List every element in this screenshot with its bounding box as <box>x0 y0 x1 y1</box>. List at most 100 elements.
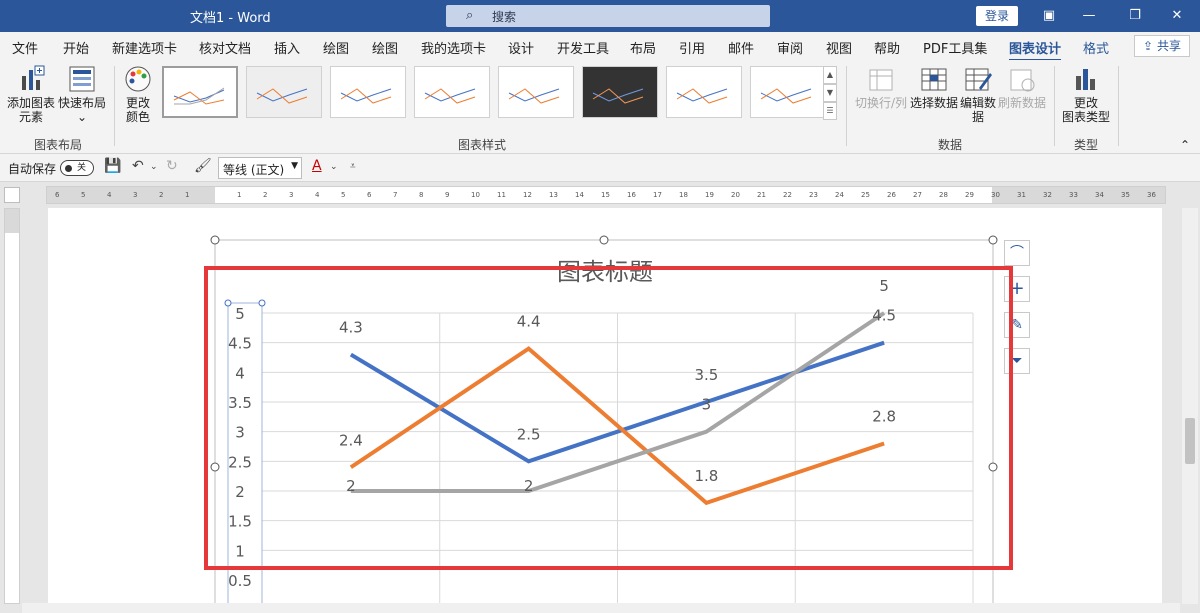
change-chart-type-icon <box>1076 69 1095 90</box>
format-painter-icon[interactable]: 🖌 <box>194 158 212 174</box>
share-button[interactable]: ⇪ 共享 <box>1134 35 1190 57</box>
tab-view[interactable]: 视图 <box>826 38 852 57</box>
data-label[interactable]: 2 <box>524 477 534 495</box>
chart-filter-icon[interactable]: ⏷ <box>1004 348 1030 374</box>
redo-icon[interactable]: ↻ <box>166 158 178 174</box>
tab-pdf-tools[interactable]: PDF工具集 <box>923 38 987 57</box>
tab-format[interactable]: 格式 <box>1083 38 1109 57</box>
share-icon: ⇪ <box>1143 39 1154 53</box>
data-label[interactable]: 2 <box>346 477 356 495</box>
autosave-toggle[interactable]: 关 <box>60 160 94 176</box>
chart-style-3[interactable] <box>330 66 406 118</box>
restore-icon[interactable]: ❐ <box>1124 5 1146 27</box>
ruler-tick: 4 <box>315 191 320 199</box>
add-chart-element-button[interactable]: 添加图表 元素 <box>6 64 56 124</box>
refresh-data-button[interactable]: 刷新数据 <box>998 64 1046 110</box>
data-label[interactable]: 2.4 <box>339 431 363 449</box>
data-label[interactable]: 2.8 <box>872 408 896 426</box>
layout-options-icon[interactable]: ⌒ <box>1004 240 1030 266</box>
font-color-icon[interactable]: A <box>312 158 322 174</box>
resize-handle[interactable] <box>988 235 998 245</box>
select-data-button[interactable]: 选择数据 <box>910 64 958 110</box>
tab-help[interactable]: 帮助 <box>874 38 900 57</box>
ruler-tick: 5 <box>341 191 346 199</box>
tab-my-tab[interactable]: 我的选项卡 <box>421 38 486 57</box>
data-label[interactable]: 3.5 <box>694 366 718 384</box>
tab-mailings[interactable]: 邮件 <box>728 38 754 57</box>
chart-area[interactable] <box>214 239 994 613</box>
tab-draw-2[interactable]: 绘图 <box>372 38 398 57</box>
chart-elements-plus-icon[interactable]: + <box>1004 276 1030 302</box>
ribbon: 添加图表 元素 快速布局 ⌄ 图表布局 更改 颜色 ▲ ▼ ☰ 图表样式 切换行… <box>0 60 1200 154</box>
vertical-scrollbar[interactable] <box>1182 208 1198 604</box>
tab-review[interactable]: 审阅 <box>777 38 803 57</box>
ruler-tick: 27 <box>913 191 922 199</box>
scroll-thumb[interactable] <box>1185 418 1195 464</box>
customize-toolbar-icon[interactable]: ⩡ <box>350 161 356 172</box>
search-box[interactable]: ⌕ 搜索 <box>446 5 770 27</box>
gallery-down-icon[interactable]: ▼ <box>823 84 837 102</box>
tab-developer[interactable]: 开发工具 <box>557 38 609 57</box>
resize-handle[interactable] <box>210 462 220 472</box>
chart-style-4[interactable] <box>414 66 490 118</box>
change-chart-type-button[interactable]: 更改 图表类型 <box>1060 64 1112 124</box>
chart-style-8[interactable] <box>750 66 826 118</box>
undo-dropdown-icon[interactable]: ⌄ <box>150 162 158 172</box>
tab-selector[interactable] <box>4 187 20 203</box>
horizontal-ruler[interactable]: 6 5 4 3 2 1 1 2 3 4 5 6 7 8 9 10 11 12 13 14 15 16 17 18 19 20 21 2… <box>46 186 1166 204</box>
data-label[interactable]: 2.5 <box>517 425 541 443</box>
tab-check-document[interactable]: 核对文档 <box>199 38 251 57</box>
chart-style-2[interactable] <box>246 66 322 118</box>
data-label[interactable]: 4.3 <box>339 319 363 337</box>
quick-layout-label: 快速布局 <box>58 96 107 110</box>
resize-handle[interactable] <box>210 235 220 245</box>
gallery-more-icon[interactable]: ☰ <box>823 102 837 120</box>
ruler-tick: 3 <box>133 191 138 199</box>
edit-data-button[interactable]: 编辑数 据 <box>958 64 998 124</box>
chart-styles-brush-icon[interactable]: ✎ <box>1004 312 1030 338</box>
tab-draw[interactable]: 绘图 <box>323 38 349 57</box>
tab-insert[interactable]: 插入 <box>274 38 300 57</box>
data-label[interactable]: 5 <box>879 277 889 295</box>
resize-handle[interactable] <box>988 462 998 472</box>
y-tick-label: 4 <box>235 364 245 382</box>
data-label[interactable]: 4.4 <box>517 313 541 331</box>
horizontal-scrollbar[interactable] <box>22 603 1180 613</box>
switch-row-column-label: 切换行/列 <box>854 96 908 110</box>
resize-handle[interactable] <box>599 235 609 245</box>
change-colors-button[interactable]: 更改 颜色 <box>118 64 158 124</box>
dropdown-caret-icon: ⌄ <box>76 110 88 124</box>
tab-references[interactable]: 引用 <box>679 38 705 57</box>
save-icon[interactable]: 💾 <box>104 158 121 174</box>
chart-style-6[interactable] <box>582 66 658 118</box>
font-color-dropdown-icon[interactable]: ⌄ <box>330 162 338 172</box>
tab-new-tab[interactable]: 新建选项卡 <box>112 38 177 57</box>
chart-title[interactable]: 图表标题 <box>557 258 653 286</box>
data-label[interactable]: 3 <box>702 396 712 414</box>
tab-design[interactable]: 设计 <box>508 38 534 57</box>
chart-style-7[interactable] <box>666 66 742 118</box>
close-icon[interactable]: ✕ <box>1166 5 1188 27</box>
login-button[interactable]: 登录 <box>976 6 1018 26</box>
tab-chart-design[interactable]: 图表设计 <box>1009 38 1062 62</box>
ribbon-display-icon[interactable]: ▣ <box>1038 5 1060 27</box>
tab-layout[interactable]: 布局 <box>630 38 656 57</box>
vertical-ruler[interactable] <box>4 208 20 604</box>
quick-layout-button[interactable]: 快速布局 ⌄ <box>58 64 106 124</box>
chart-style-1[interactable] <box>162 66 238 118</box>
font-name-select[interactable]: 等线 (正文) ▼ <box>218 157 302 179</box>
minimize-icon[interactable]: — <box>1078 5 1100 27</box>
y-tick-label: 3.5 <box>228 394 252 412</box>
gallery-up-icon[interactable]: ▲ <box>823 66 837 84</box>
axis-selection-handle[interactable] <box>224 299 232 307</box>
collapse-ribbon-icon[interactable]: ⌃ <box>1178 138 1192 152</box>
data-label[interactable]: 1.8 <box>694 467 718 485</box>
tab-home[interactable]: 开始 <box>63 38 89 57</box>
chart-style-5[interactable] <box>498 66 574 118</box>
tab-file[interactable]: 文件 <box>12 38 38 57</box>
search-icon: ⌕ <box>466 8 474 23</box>
undo-icon[interactable]: ↶ <box>132 158 144 174</box>
axis-selection-handle[interactable] <box>258 299 266 307</box>
data-label[interactable]: 4.5 <box>872 307 896 325</box>
switch-row-column-button[interactable]: 切换行/列 <box>854 64 908 110</box>
